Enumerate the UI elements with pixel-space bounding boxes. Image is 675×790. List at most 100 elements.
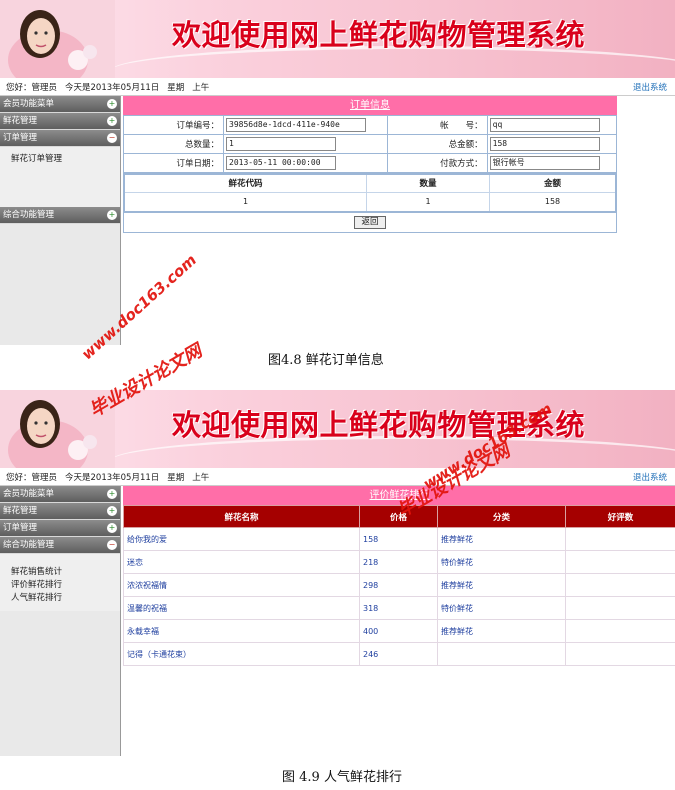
flower-name-link[interactable]: 永载幸福 xyxy=(123,619,360,643)
submenu-item-flower-orders[interactable]: 鲜花订单管理 xyxy=(11,153,120,166)
category-cell: 推荐鲜花 xyxy=(437,527,566,551)
expand-icon: + xyxy=(107,489,117,499)
model-portrait-image xyxy=(0,0,115,78)
submenu-item-sales-stats[interactable]: 鲜花销售统计 xyxy=(11,566,120,579)
figure-caption-order: 图4.8 鲜花订单信息 xyxy=(268,353,384,368)
sidebar-item-order-management[interactable]: 订单管理 − xyxy=(0,130,120,147)
price-cell: 218 xyxy=(359,550,438,574)
flower-name-link[interactable]: 给你我的爱 xyxy=(123,527,360,551)
user-info-bar: 您好：管理员 今天是2013年05月11日 星期 上午 退出系统 xyxy=(0,78,675,96)
price-cell: 298 xyxy=(359,573,438,597)
user-info-bar: 您好：管理员 今天是2013年05月11日 星期 上午 退出系统 xyxy=(0,468,675,486)
score-cell xyxy=(565,550,675,574)
column-header: 数量 xyxy=(366,173,491,193)
ranking-panel: 评价鲜花排行 鲜花名称 价格 分类 好评数 给你我的爱 158 推荐鲜花 迷恋 … xyxy=(121,486,675,756)
table-row: 迷恋 218 特价鲜花 xyxy=(123,550,675,574)
collapse-icon: − xyxy=(107,540,117,550)
banner-title: 欢迎使用网上鲜花购物管理系统 xyxy=(172,408,586,442)
total-qty-field[interactable]: 1 xyxy=(226,137,336,151)
category-cell: 推荐鲜花 xyxy=(437,619,566,643)
column-header: 金额 xyxy=(489,173,617,193)
expand-icon: + xyxy=(107,523,117,533)
expand-icon: + xyxy=(107,506,117,516)
total-amount-field[interactable]: 158 xyxy=(489,137,600,151)
price-cell: 158 xyxy=(359,527,438,551)
column-header: 价格 xyxy=(359,505,438,528)
total-amount-label: 总金额： xyxy=(386,134,488,154)
date-text: 今天是2013年05月11日 xyxy=(65,472,160,483)
sidebar-item-member-menu[interactable]: 会员功能菜单 + xyxy=(0,96,120,113)
order-info-panel: 订单信息 订单编号： 39856d8e-1dcd-411e-940e 帐 号： … xyxy=(121,96,675,345)
category-cell: 特价鲜花 xyxy=(437,550,566,574)
flower-name-link[interactable]: 温馨的祝福 xyxy=(123,596,360,620)
score-cell xyxy=(565,527,675,551)
figure-caption-ranking: 图 4.9 人气鲜花排行 xyxy=(282,770,402,785)
banner-title: 欢迎使用网上鲜花购物管理系统 xyxy=(172,18,586,52)
ranking-screenshot: 欢迎使用网上鲜花购物管理系统 您好：管理员 今天是2013年05月11日 星期 … xyxy=(0,390,675,758)
column-header: 鲜花名称 xyxy=(123,505,360,528)
table-row: 浓浓祝福情 298 推荐鲜花 xyxy=(123,573,675,597)
column-header: 鲜花代码 xyxy=(123,173,368,193)
week-text: 星期 xyxy=(167,472,185,483)
sidebar: 会员功能菜单 + 鲜花管理 + 订单管理 − 鲜花订单管理 综合功能管理 + xyxy=(0,96,121,345)
price-cell: 400 xyxy=(359,619,438,643)
flower-name-link[interactable]: 浓浓祝福情 xyxy=(123,573,360,597)
table-row: 记得（卡通花束） 246 xyxy=(123,642,675,666)
logout-link[interactable]: 退出系统 xyxy=(633,471,667,483)
price-cell: 246 xyxy=(359,642,438,666)
date-text: 今天是2013年05月11日 xyxy=(65,82,160,93)
sidebar-item-flower-management[interactable]: 鲜花管理 + xyxy=(0,503,120,520)
score-cell xyxy=(565,642,675,666)
stats-submenu: 鲜花销售统计 评价鲜花排行 人气鲜花排行 xyxy=(0,554,120,611)
ampm-text: 上午 xyxy=(192,82,210,93)
submenu-item-popular-rank[interactable]: 人气鲜花排行 xyxy=(11,592,120,605)
score-cell xyxy=(565,596,675,620)
menu-label: 综合功能管理 xyxy=(3,540,55,550)
menu-label: 订单管理 xyxy=(3,523,38,533)
greeting-text: 您好：管理员 xyxy=(6,82,58,93)
category-cell xyxy=(437,642,566,666)
account-field[interactable]: qq xyxy=(489,118,600,132)
model-portrait-image xyxy=(0,390,115,468)
item-code: 1 xyxy=(123,191,368,213)
ranking-table: 鲜花名称 价格 分类 好评数 给你我的爱 158 推荐鲜花 迷恋 218 特价鲜… xyxy=(123,505,675,666)
site-banner: 欢迎使用网上鲜花购物管理系统 xyxy=(0,390,675,468)
logout-link[interactable]: 退出系统 xyxy=(633,81,667,93)
order-submenu: 鲜花订单管理 xyxy=(0,147,120,207)
item-amount: 158 xyxy=(489,191,617,213)
sidebar-item-order-management[interactable]: 订单管理 + xyxy=(0,520,120,537)
column-header: 分类 xyxy=(437,505,566,528)
category-cell: 推荐鲜花 xyxy=(437,573,566,597)
category-cell: 特价鲜花 xyxy=(437,596,566,620)
menu-label: 会员功能菜单 xyxy=(3,489,55,499)
sidebar-item-member-menu[interactable]: 会员功能菜单 + xyxy=(0,486,120,503)
panel-title: 评价鲜花排行 xyxy=(123,486,675,505)
menu-label: 鲜花管理 xyxy=(3,116,38,126)
table-row: 温馨的祝福 318 特价鲜花 xyxy=(123,596,675,620)
order-items-table: 鲜花代码 数量 金额 1 1 158 xyxy=(123,173,617,213)
panel-title: 订单信息 xyxy=(123,96,617,115)
submenu-item-rating-rank[interactable]: 评价鲜花排行 xyxy=(11,579,120,592)
flower-name-link[interactable]: 记得（卡通花束） xyxy=(123,642,360,666)
order-date-field[interactable]: 2013-05-11 00:00:00 xyxy=(226,156,336,170)
ampm-text: 上午 xyxy=(192,472,210,483)
expand-icon: + xyxy=(107,210,117,220)
sidebar: 会员功能菜单 + 鲜花管理 + 订单管理 + 综合功能管理 − 鲜花销售统计 评价鲜花排… xyxy=(0,486,121,756)
payment-field[interactable]: 银行帐号 xyxy=(489,156,600,170)
table-row: 永载幸福 400 推荐鲜花 xyxy=(123,619,675,643)
price-cell: 318 xyxy=(359,596,438,620)
sidebar-item-stats-management[interactable]: 综合功能管理 − xyxy=(0,537,120,554)
order-info-screenshot: 欢迎使用网上鲜花购物管理系统 您好：管理员 今天是2013年05月11日 星期 … xyxy=(0,0,675,345)
order-no-label: 订单编号： xyxy=(123,115,224,135)
order-no-field[interactable]: 39856d8e-1dcd-411e-940e xyxy=(226,118,366,132)
item-qty: 1 xyxy=(366,191,491,213)
sidebar-item-flower-management[interactable]: 鲜花管理 + xyxy=(0,113,120,130)
table-row: 1 1 158 xyxy=(123,191,617,213)
back-button[interactable]: 返回 xyxy=(354,216,386,229)
expand-icon: + xyxy=(107,116,117,126)
account-label: 帐 号： xyxy=(386,115,488,135)
score-cell xyxy=(565,619,675,643)
sidebar-item-stats-management[interactable]: 综合功能管理 + xyxy=(0,207,120,224)
week-text: 星期 xyxy=(167,82,185,93)
flower-name-link[interactable]: 迷恋 xyxy=(123,550,360,574)
